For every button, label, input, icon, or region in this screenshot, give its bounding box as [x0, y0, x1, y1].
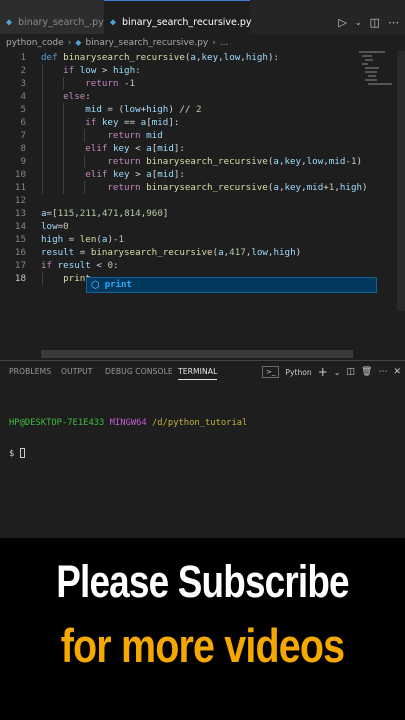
- chevron-down-icon[interactable]: ⌄: [355, 18, 362, 27]
- vertical-scrollbar[interactable]: [397, 51, 405, 311]
- horizontal-scrollbar[interactable]: [41, 350, 353, 358]
- bottom-panel: PROBLEMS OUTPUT DEBUG CONSOLE TERMINAL >…: [0, 361, 405, 538]
- code-line: mid = (low+high) // 2: [85, 104, 202, 115]
- tab-label: binary_search_.py: [18, 16, 104, 28]
- line-number: 17: [14, 260, 26, 271]
- trash-icon[interactable]: 🗑: [361, 367, 372, 377]
- code-line: result = binarysearch_recursive(a,417,lo…: [41, 247, 302, 258]
- line-number: 1: [20, 52, 26, 63]
- close-icon[interactable]: ✕: [393, 367, 401, 377]
- code-line-current: print: [63, 273, 91, 284]
- line-number: 5: [20, 104, 26, 115]
- line-number: 9: [20, 156, 26, 167]
- line-number: 15: [14, 234, 26, 245]
- terminal-prompt: $: [9, 449, 15, 459]
- suggestion-label: print: [104, 280, 132, 290]
- more-actions-icon[interactable]: ⋯: [378, 367, 387, 377]
- split-editor-icon[interactable]: ◫: [370, 16, 380, 29]
- line-number: 10: [14, 169, 26, 180]
- code-line: elif key < a[mid]:: [85, 143, 185, 154]
- run-icon[interactable]: ▷: [338, 16, 346, 29]
- banner-line-2: for more videos: [60, 619, 345, 672]
- tab-debug-console[interactable]: DEBUG CONSOLE: [105, 367, 173, 376]
- split-terminal-icon[interactable]: ◫: [347, 367, 356, 377]
- line-number: 3: [20, 78, 26, 89]
- chevron-down-icon[interactable]: ⌄: [334, 368, 341, 377]
- tab-label: binary_search_recursive.py: [122, 17, 252, 28]
- code-line: if low > high:: [63, 65, 141, 76]
- tab-output[interactable]: OUTPUT: [61, 367, 93, 376]
- code-line: return binarysearch_recursive(a,key,low,…: [107, 156, 363, 167]
- breadcrumb-file[interactable]: binary_search_recursive.py: [85, 38, 208, 48]
- minimap[interactable]: [359, 51, 395, 171]
- line-number: 8: [20, 143, 26, 154]
- python-file-icon: ◆: [110, 17, 117, 28]
- banner-line-1: Please Subscribe: [56, 556, 349, 607]
- breadcrumb-folder[interactable]: python_code: [6, 38, 64, 48]
- code-editor[interactable]: 1 2 3 4 5 6 7 8 9 10 11 12 13 14 15 16 1…: [0, 51, 405, 360]
- code-line: elif key > a[mid]:: [85, 169, 185, 180]
- autocomplete-suggestion[interactable]: ⬡ print: [86, 277, 377, 293]
- more-actions-icon[interactable]: ⋯: [388, 16, 399, 29]
- code-line: a=[115,211,471,814,960]: [41, 208, 169, 219]
- tab-terminal[interactable]: TERMINAL: [178, 367, 218, 380]
- tab-problems[interactable]: PROBLEMS: [9, 367, 51, 376]
- panel-actions: >_ Python + ⌄ ◫ 🗑 ⋯ ✕: [262, 364, 401, 380]
- subscribe-banner: Please Subscribe for more videos: [0, 538, 405, 720]
- line-number: 11: [14, 182, 26, 193]
- breadcrumb: python_code › ◆ binary_search_recursive.…: [0, 34, 405, 51]
- line-number-active: 18: [14, 273, 26, 284]
- terminal-user-host: HP@DESKTOP-7E1E433: [9, 418, 105, 428]
- code-line: high = len(a)-1: [41, 234, 125, 245]
- shell-name[interactable]: Python: [285, 368, 311, 377]
- terminal-path: /d/python_tutorial: [152, 418, 248, 428]
- code-line: if result < 0:: [41, 260, 119, 271]
- code-line: low=0: [41, 221, 69, 232]
- line-number: 13: [14, 208, 26, 219]
- add-terminal-icon[interactable]: +: [318, 365, 328, 379]
- terminal-prompt-line: HP@DESKTOP-7E1E433 MINGW64 /d/python_tut…: [9, 418, 247, 428]
- code-line: return -1: [85, 78, 136, 89]
- chevron-right-icon: ›: [212, 37, 216, 48]
- line-number: 14: [14, 221, 26, 232]
- code-line: else:: [63, 91, 91, 102]
- code-line: return binarysearch_recursive(a,key,mid+…: [107, 182, 368, 193]
- line-number: 2: [20, 65, 26, 76]
- code-line: def binarysearch_recursive(a,key,low,hig…: [41, 52, 280, 63]
- code-line: return mid: [107, 130, 163, 141]
- line-number: 12: [14, 195, 26, 206]
- line-number: 4: [20, 91, 26, 102]
- line-number: 6: [20, 117, 26, 128]
- breadcrumb-more[interactable]: ...: [220, 38, 229, 48]
- code-line: if key == a[mid]:: [85, 117, 180, 128]
- terminal-input-line[interactable]: $: [9, 448, 247, 459]
- terminal-cursor: [19, 448, 25, 458]
- terminal-output[interactable]: HP@DESKTOP-7E1E433 MINGW64 /d/python_tut…: [9, 398, 247, 479]
- line-number: 7: [20, 130, 26, 141]
- line-number: 16: [14, 247, 26, 258]
- python-file-icon: ◆: [75, 38, 82, 47]
- chevron-right-icon: ›: [67, 37, 72, 48]
- terminal-shell-icon: >_: [262, 366, 280, 378]
- cube-icon: ⬡: [91, 279, 100, 291]
- terminal-system: MINGW64: [109, 418, 147, 428]
- python-file-icon: ◆: [6, 16, 13, 28]
